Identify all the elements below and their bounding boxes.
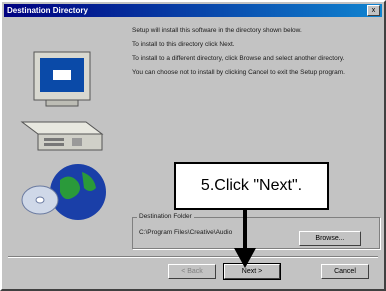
instruction-callout: 5.Click "Next". bbox=[174, 162, 329, 210]
browse-button[interactable]: Browse... bbox=[299, 231, 361, 246]
setup-illustration bbox=[20, 51, 106, 220]
down-arrow-icon bbox=[234, 208, 256, 268]
instruction-line-4: You can choose not to install by clickin… bbox=[132, 69, 345, 76]
divider bbox=[8, 256, 378, 258]
setup-dialog: Destination Directory x Setup will insta… bbox=[0, 0, 386, 291]
instructions: Setup will install this software in the … bbox=[132, 27, 372, 83]
destination-folder-label: Destination Folder bbox=[137, 213, 194, 221]
cancel-button[interactable]: Cancel bbox=[321, 264, 369, 279]
instruction-line-2: To install to this directory click Next. bbox=[132, 41, 235, 48]
instruction-line-1: Setup will install this software in the … bbox=[132, 27, 302, 34]
destination-path: C:\Program Files\Creative\Audio bbox=[139, 229, 233, 236]
title-bar: Destination Directory bbox=[4, 4, 382, 17]
back-button[interactable]: < Back bbox=[168, 264, 216, 279]
window-title: Destination Directory bbox=[7, 6, 88, 15]
close-button[interactable]: x bbox=[367, 5, 380, 16]
instruction-line-3: To install to a different directory, cli… bbox=[132, 55, 345, 62]
